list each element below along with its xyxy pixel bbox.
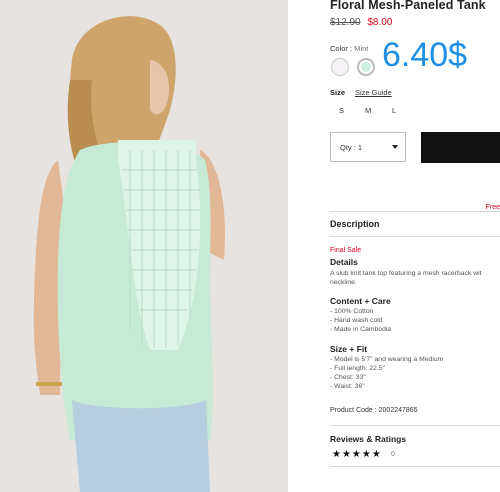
model-image: [0, 0, 288, 492]
quantity-value: Qty : 1: [340, 143, 363, 152]
details-heading: Details: [330, 257, 358, 267]
fit-line: - Model is 5'7" and wearing a Medium: [330, 356, 444, 363]
color-swatch-white[interactable]: [331, 58, 349, 76]
fit-line: - Full length: 22.5": [330, 365, 385, 372]
overlay-price-annotation: 6.40$: [382, 36, 468, 74]
content-line: - Hand wash cold: [330, 317, 383, 324]
fit-line: - Waist: 36": [330, 383, 365, 390]
details-text-line1: A slub knit tank top featuring a mesh ra…: [330, 270, 482, 277]
divider: [330, 466, 500, 467]
original-price: $12.90: [330, 17, 361, 28]
reviews-heading[interactable]: Reviews & Ratings: [330, 434, 406, 444]
color-label-text: Color: [330, 44, 348, 53]
size-fit-heading: Size + Fit: [330, 344, 368, 354]
selected-color: Mint: [354, 44, 369, 53]
content-line: - Made in Cambodia: [330, 326, 392, 333]
size-label: Size: [330, 88, 346, 97]
divider: [330, 211, 500, 212]
shipping-note: Free: [485, 204, 500, 211]
review-count: 0: [391, 451, 395, 458]
content-line: - 100% Cotton: [330, 308, 374, 315]
chevron-down-icon: [392, 145, 398, 149]
divider: [330, 236, 500, 237]
color-label: Color : Mint: [330, 44, 369, 53]
divider: [330, 425, 500, 426]
sale-price: $8.00: [367, 17, 393, 28]
size-option-l[interactable]: L: [392, 106, 396, 115]
quantity-select[interactable]: Qty : 1: [330, 132, 406, 162]
fit-line: - Chest: 33": [330, 374, 366, 381]
final-sale-label: Final Sale: [330, 247, 362, 254]
add-to-bag-button[interactable]: [421, 132, 500, 163]
product-title: Floral Mesh-Paneled Tank: [330, 0, 486, 12]
product-photo[interactable]: [0, 0, 288, 492]
content-care-heading: Content + Care: [330, 296, 391, 306]
product-code: Product Code : 2002247865: [330, 407, 418, 414]
size-option-m[interactable]: M: [365, 106, 371, 115]
size-option-s[interactable]: S: [339, 106, 344, 115]
size-guide-link[interactable]: Size Guide: [355, 88, 392, 97]
color-swatch-mint[interactable]: [357, 58, 375, 76]
description-heading[interactable]: Description: [330, 219, 380, 229]
details-text-line2: neckline.: [330, 279, 357, 286]
star-rating-icon[interactable]: ★★★★★: [332, 449, 382, 460]
price-row: $12.90 $8.00: [330, 17, 392, 28]
